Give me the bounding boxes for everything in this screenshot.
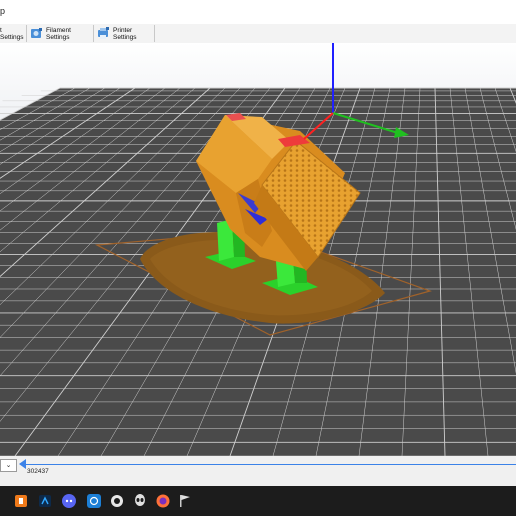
tab-filament-settings-label: Filament Settings: [46, 26, 71, 41]
layer-slider-track[interactable]: [24, 464, 516, 465]
orange-app-icon[interactable]: [14, 494, 28, 508]
tab-print-settings-label: t Settings: [0, 26, 24, 41]
filament-settings-icon: [30, 27, 43, 40]
flag-icon[interactable]: [178, 494, 192, 508]
view-combo[interactable]: ⌄: [0, 459, 17, 472]
3d-viewport[interactable]: [0, 43, 516, 456]
vpn-icon[interactable]: [87, 494, 101, 508]
menu-fragment[interactable]: p: [0, 6, 5, 16]
layer-value: 302437: [27, 468, 49, 475]
settings-tab-bar: t Settings Filament Settings Printer Set…: [0, 24, 516, 44]
tab-printer-settings[interactable]: Printer Settings: [94, 25, 155, 42]
photoshop-icon[interactable]: [38, 494, 52, 508]
steam-icon[interactable]: [110, 494, 124, 508]
tab-print-settings[interactable]: t Settings: [0, 25, 27, 42]
firefox-icon[interactable]: [156, 494, 170, 508]
printer-settings-icon: [97, 27, 110, 40]
tab-filament-settings[interactable]: Filament Settings: [27, 25, 94, 42]
layer-slider-handle[interactable]: [19, 459, 26, 469]
tab-printer-settings-label: Printer Settings: [113, 26, 137, 41]
menu-bar: p: [0, 0, 516, 24]
alien-icon[interactable]: [133, 494, 147, 508]
layer-bar: ⌄ 302437: [0, 456, 516, 486]
discord-icon[interactable]: [62, 494, 76, 508]
taskbar: [0, 486, 516, 516]
